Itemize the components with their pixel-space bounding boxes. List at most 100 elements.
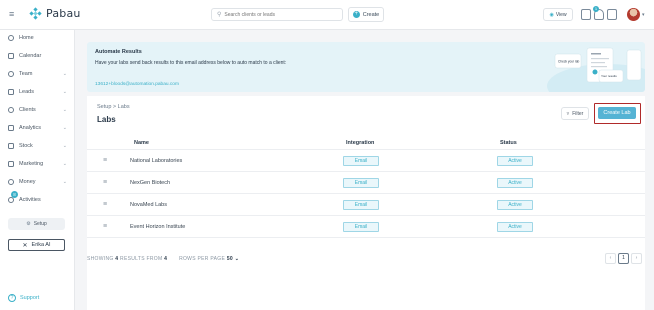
avatar[interactable]	[627, 8, 640, 21]
labs-card: Setup > Labs Labs ▿ Filter Create Lab Na…	[87, 96, 645, 310]
pabau-logo-icon	[29, 6, 42, 20]
search-box[interactable]: ⚲	[211, 8, 343, 21]
view-label: View	[555, 11, 567, 18]
search-icon: ⚲	[217, 12, 222, 18]
app-name: Pabau	[46, 7, 81, 20]
banner-text: Have your labs send back results to this…	[95, 60, 287, 66]
table-row[interactable]: ≡ National Laboratories Email Active	[87, 151, 645, 172]
erika-label: Erika AI	[31, 242, 51, 248]
rows-per-page-value: 50	[226, 256, 233, 262]
menu-icon[interactable]: ≡	[9, 9, 14, 19]
help-icon: ?	[8, 294, 16, 302]
table-header: Name Integration Status	[87, 136, 645, 150]
notification-badge: 1	[593, 6, 599, 12]
breadcrumb-labs: Labs	[117, 104, 130, 110]
drag-handle-icon[interactable]: ≡	[103, 223, 107, 230]
sidebar: Home Calendar Team ⌄ Leads ⌄ Clients ⌄ A…	[0, 30, 75, 310]
plus-icon: +	[352, 11, 360, 18]
sidebar-item-label: Stock	[19, 143, 33, 149]
home-icon	[8, 35, 14, 41]
marketing-icon	[8, 161, 14, 167]
view-button[interactable]: ◉ View	[543, 8, 573, 21]
showing-count: 4	[115, 256, 119, 262]
page-number[interactable]: 1	[618, 253, 629, 264]
sidebar-item-money[interactable]: Money ⌄	[0, 175, 75, 189]
app-logo[interactable]: Pabau	[29, 6, 81, 20]
erika-ai-button[interactable]: ✕ Erika AI	[8, 239, 65, 251]
sidebar-item-home[interactable]: Home	[0, 31, 75, 45]
next-page-button[interactable]: ›	[631, 253, 642, 264]
search-input[interactable]	[224, 11, 335, 18]
sidebar-item-leads[interactable]: Leads ⌄	[0, 85, 75, 99]
sidebar-item-label: Home	[19, 35, 34, 41]
sidebar-item-label: Clients	[19, 107, 36, 113]
chevron-down-icon: ⌄	[62, 107, 67, 113]
banner-title: Automate Results	[95, 49, 142, 55]
inbox-icon[interactable]	[607, 9, 617, 20]
chevron-down-icon[interactable]: ▾	[642, 12, 645, 18]
breadcrumb: Setup > Labs	[97, 104, 130, 110]
chevron-down-icon: ⌄	[62, 161, 67, 167]
rows-per-page-label: ROWS PER PAGE	[179, 256, 226, 262]
chevron-down-icon: ⌄	[62, 89, 67, 95]
column-header-integration[interactable]: Integration	[346, 140, 374, 146]
showing-label: SHOWING	[87, 256, 114, 262]
support-label: Support	[20, 295, 40, 301]
sidebar-item-team[interactable]: Team ⌄	[0, 67, 75, 81]
total-count: 4	[164, 256, 168, 262]
column-header-status[interactable]: Status	[500, 140, 517, 146]
table-footer: SHOWING 4 RESULTS FROM 4 ROWS PER PAGE 5…	[87, 253, 645, 265]
drag-handle-icon[interactable]: ≡	[103, 201, 107, 208]
filter-icon: ▿	[566, 110, 570, 117]
calendar-icon[interactable]	[581, 9, 591, 20]
gear-icon: ⚙	[26, 221, 31, 227]
team-icon	[8, 71, 14, 77]
drag-handle-icon[interactable]: ≡	[103, 179, 107, 186]
sidebar-item-marketing[interactable]: Marketing ⌄	[0, 157, 75, 171]
sidebar-item-label: Analytics	[19, 125, 42, 131]
column-header-name[interactable]: Name	[134, 140, 149, 146]
prev-page-button[interactable]: ‹	[605, 253, 616, 264]
activities-badge: 8	[11, 191, 18, 198]
rows-per-page-select[interactable]: 50 ⌄	[227, 256, 239, 262]
page-title: Labs	[97, 115, 116, 124]
chevron-down-icon: ⌄	[62, 179, 67, 185]
money-icon	[8, 179, 14, 185]
filter-button[interactable]: ▿ Filter	[561, 107, 589, 120]
analytics-icon	[8, 125, 14, 131]
banner-illustration: Check your lab Your results	[547, 47, 645, 92]
sidebar-item-clients[interactable]: Clients ⌄	[0, 103, 75, 117]
sidebar-item-label: Team	[19, 71, 33, 77]
breadcrumb-setup[interactable]: Setup	[97, 104, 111, 110]
banner-email[interactable]: 13612+bloods@automation.pabau.com	[95, 82, 179, 87]
integration-badge: Email	[343, 222, 379, 232]
create-button[interactable]: + Create	[348, 7, 384, 22]
lab-name: National Laboratories	[130, 158, 183, 164]
table-row[interactable]: ≡ NexGen Biotech Email Active	[87, 173, 645, 194]
sidebar-item-stock[interactable]: Stock ⌄	[0, 139, 75, 153]
svg-text:Your results: Your results	[601, 74, 617, 78]
sidebar-item-analytics[interactable]: Analytics ⌄	[0, 121, 75, 135]
status-badge: Active	[497, 200, 533, 210]
status-badge: Active	[497, 222, 533, 232]
lab-name: NexGen Biotech	[130, 180, 171, 186]
table-row[interactable]: ≡ NovaMed Labs Email Active	[87, 195, 645, 216]
setup-button[interactable]: ⚙ Setup	[8, 218, 65, 230]
sidebar-item-label: Activities	[19, 197, 41, 203]
support-link[interactable]: ? Support	[8, 294, 39, 302]
create-label: Create	[362, 11, 380, 18]
eye-icon: ◉	[549, 11, 554, 18]
drag-handle-icon[interactable]: ≡	[103, 157, 107, 164]
status-badge: Active	[497, 156, 533, 166]
sidebar-item-activities[interactable]: Activities 8	[0, 191, 75, 207]
leads-icon	[8, 89, 14, 95]
sidebar-item-calendar[interactable]: Calendar	[0, 49, 75, 63]
sidebar-item-label: Leads	[19, 89, 34, 95]
lab-name: Event Horizon Institute	[130, 224, 186, 230]
results-summary: SHOWING 4 RESULTS FROM 4 ROWS PER PAGE 5…	[87, 256, 239, 262]
create-lab-button[interactable]: Create Lab	[598, 107, 636, 119]
setup-label: Setup	[33, 221, 47, 227]
chevron-down-icon: ⌄	[62, 143, 67, 149]
table-row[interactable]: ≡ Event Horizon Institute Email Active	[87, 217, 645, 238]
status-badge: Active	[497, 178, 533, 188]
